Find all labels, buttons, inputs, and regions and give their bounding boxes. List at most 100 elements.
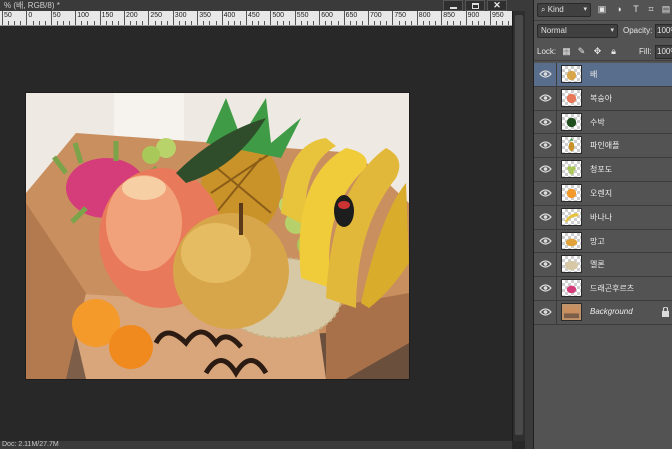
adjustment-filter-icon[interactable]: ◑ xyxy=(614,4,624,15)
blend-mode-select[interactable]: Normal ▾ xyxy=(537,24,618,38)
ruler-label: 400 xyxy=(223,12,236,19)
document-size-status[interactable]: Doc: 2.11M/27.7M xyxy=(2,441,59,449)
ruler-tick xyxy=(276,21,278,25)
eye-icon[interactable] xyxy=(539,259,552,269)
lock-all-icon[interactable]: 🔒︎ xyxy=(608,46,619,57)
eye-icon[interactable] xyxy=(539,164,552,174)
scrollbar-thumb[interactable] xyxy=(515,15,523,435)
ruler-tick xyxy=(87,21,89,25)
horizontal-ruler[interactable]: 50 0 50 100 150 200 250 300 350 400 450 500 550 600 65… xyxy=(0,11,512,26)
layer-name[interactable]: 망고 xyxy=(590,236,605,247)
layer-thumbnail[interactable] xyxy=(561,302,582,321)
filter-kind-select[interactable]: ⌕ Kind ▾ xyxy=(537,3,591,17)
ruler-tick xyxy=(294,11,296,25)
layer-name[interactable]: Background xyxy=(590,307,633,316)
eye-icon[interactable] xyxy=(539,93,552,103)
ruler-tick xyxy=(8,21,10,25)
smart-object-filter-icon[interactable]: ▤ xyxy=(661,4,671,15)
layer-row[interactable]: 배 xyxy=(534,63,672,87)
ruler-tick xyxy=(465,11,467,25)
ruler-tick xyxy=(398,21,400,25)
ruler-tick xyxy=(453,21,455,25)
ruler-tick xyxy=(203,21,205,25)
eye-icon[interactable] xyxy=(539,212,552,222)
minimize-icon xyxy=(449,7,457,9)
close-icon: ✕ xyxy=(493,0,501,10)
layer-row[interactable]: 청포도 xyxy=(534,158,672,182)
layer-thumbnail[interactable] xyxy=(561,112,582,131)
row-divider xyxy=(556,253,557,277)
layer-thumbnail[interactable] xyxy=(561,160,582,179)
layer-name[interactable]: 멜론 xyxy=(590,259,605,270)
layer-thumbnail[interactable] xyxy=(561,231,582,250)
layer-thumbnail[interactable] xyxy=(561,255,582,274)
layer-thumbnail[interactable] xyxy=(561,88,582,107)
ruler-tick xyxy=(483,21,485,25)
lock-image-pixels-icon[interactable]: ✎ xyxy=(576,46,587,57)
row-divider xyxy=(556,86,557,110)
ruler-tick xyxy=(44,21,46,25)
layer-name[interactable]: 파인애플 xyxy=(590,140,619,151)
ruler-tick xyxy=(191,21,193,25)
ruler-tick xyxy=(429,21,430,25)
layer-row[interactable]: 오렌지 xyxy=(534,181,672,206)
ruler-tick xyxy=(416,11,418,25)
layer-name[interactable]: 복숭아 xyxy=(590,93,612,104)
layer-name[interactable]: 바나나 xyxy=(590,212,612,223)
eye-icon[interactable] xyxy=(539,140,552,150)
minimize-button[interactable] xyxy=(443,0,463,11)
layer-row[interactable]: 드래곤후르츠 xyxy=(534,277,672,301)
ruler-tick xyxy=(307,21,308,25)
lock-transparent-pixels-icon[interactable]: ▦ xyxy=(561,46,572,57)
document-canvas[interactable] xyxy=(26,93,409,379)
layer-row[interactable]: 멜론 xyxy=(534,253,672,278)
opacity-field[interactable]: 100% xyxy=(655,24,672,38)
layer-name[interactable]: 드래곤후르츠 xyxy=(590,283,634,294)
layer-thumbnail[interactable] xyxy=(561,279,582,298)
ruler-tick xyxy=(14,21,16,25)
layer-name[interactable]: 배 xyxy=(590,69,597,80)
ruler-label: 50 xyxy=(4,12,12,19)
layer-row[interactable]: 복숭아 xyxy=(534,86,672,111)
lock-position-icon[interactable]: ✥ xyxy=(592,46,603,57)
eye-icon[interactable] xyxy=(539,236,552,246)
layer-row[interactable]: 수박 xyxy=(534,110,672,135)
shape-filter-icon[interactable]: ⌗ xyxy=(646,4,656,15)
layer-thumbnail[interactable] xyxy=(561,136,582,155)
row-divider xyxy=(556,158,557,181)
layer-thumbnail[interactable] xyxy=(561,183,582,202)
layer-name[interactable]: 청포도 xyxy=(590,164,612,175)
eye-icon[interactable] xyxy=(539,283,552,293)
layer-row[interactable]: 바나나 xyxy=(534,205,672,230)
ruler-tick xyxy=(258,21,260,25)
ruler-tick xyxy=(93,21,95,25)
layer-row[interactable]: Background xyxy=(534,300,672,325)
layer-name[interactable]: 오렌지 xyxy=(590,188,612,199)
ruler-tick xyxy=(130,21,132,25)
ruler-tick xyxy=(111,21,113,25)
ruler-label: 100 xyxy=(77,12,89,19)
eye-icon[interactable] xyxy=(539,117,552,127)
layer-thumbnail[interactable] xyxy=(561,207,582,226)
ruler-label: 0 xyxy=(28,12,33,19)
image-filter-icon[interactable]: ▣ xyxy=(597,4,607,15)
layer-row[interactable]: 파인애플 xyxy=(534,134,672,159)
ruler-tick xyxy=(331,21,333,25)
layer-thumbnail[interactable] xyxy=(561,65,582,83)
vertical-scrollbar[interactable] xyxy=(512,11,525,441)
canvas-area[interactable] xyxy=(0,27,512,441)
ruler-tick xyxy=(337,21,339,25)
ruler-tick xyxy=(142,21,144,25)
fill-field[interactable]: 100% xyxy=(655,45,672,59)
eye-icon[interactable] xyxy=(539,69,552,79)
maximize-button[interactable] xyxy=(465,0,485,11)
ruler-label: 700 xyxy=(370,12,382,19)
eye-icon[interactable] xyxy=(539,307,552,317)
layer-name[interactable]: 수박 xyxy=(590,117,605,128)
type-filter-icon[interactable]: T xyxy=(631,4,641,15)
eye-icon[interactable] xyxy=(539,188,552,198)
ruler-label: 450 xyxy=(248,12,260,19)
document-tab[interactable]: % (배, RGB/8) * xyxy=(0,0,64,11)
layer-row[interactable]: 망고 xyxy=(534,229,672,254)
close-button[interactable]: ✕ xyxy=(487,0,507,11)
